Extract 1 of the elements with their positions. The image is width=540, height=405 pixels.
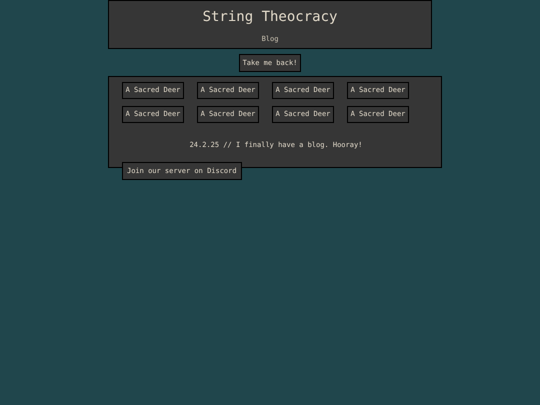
site-title: String Theocracy (202, 8, 338, 26)
